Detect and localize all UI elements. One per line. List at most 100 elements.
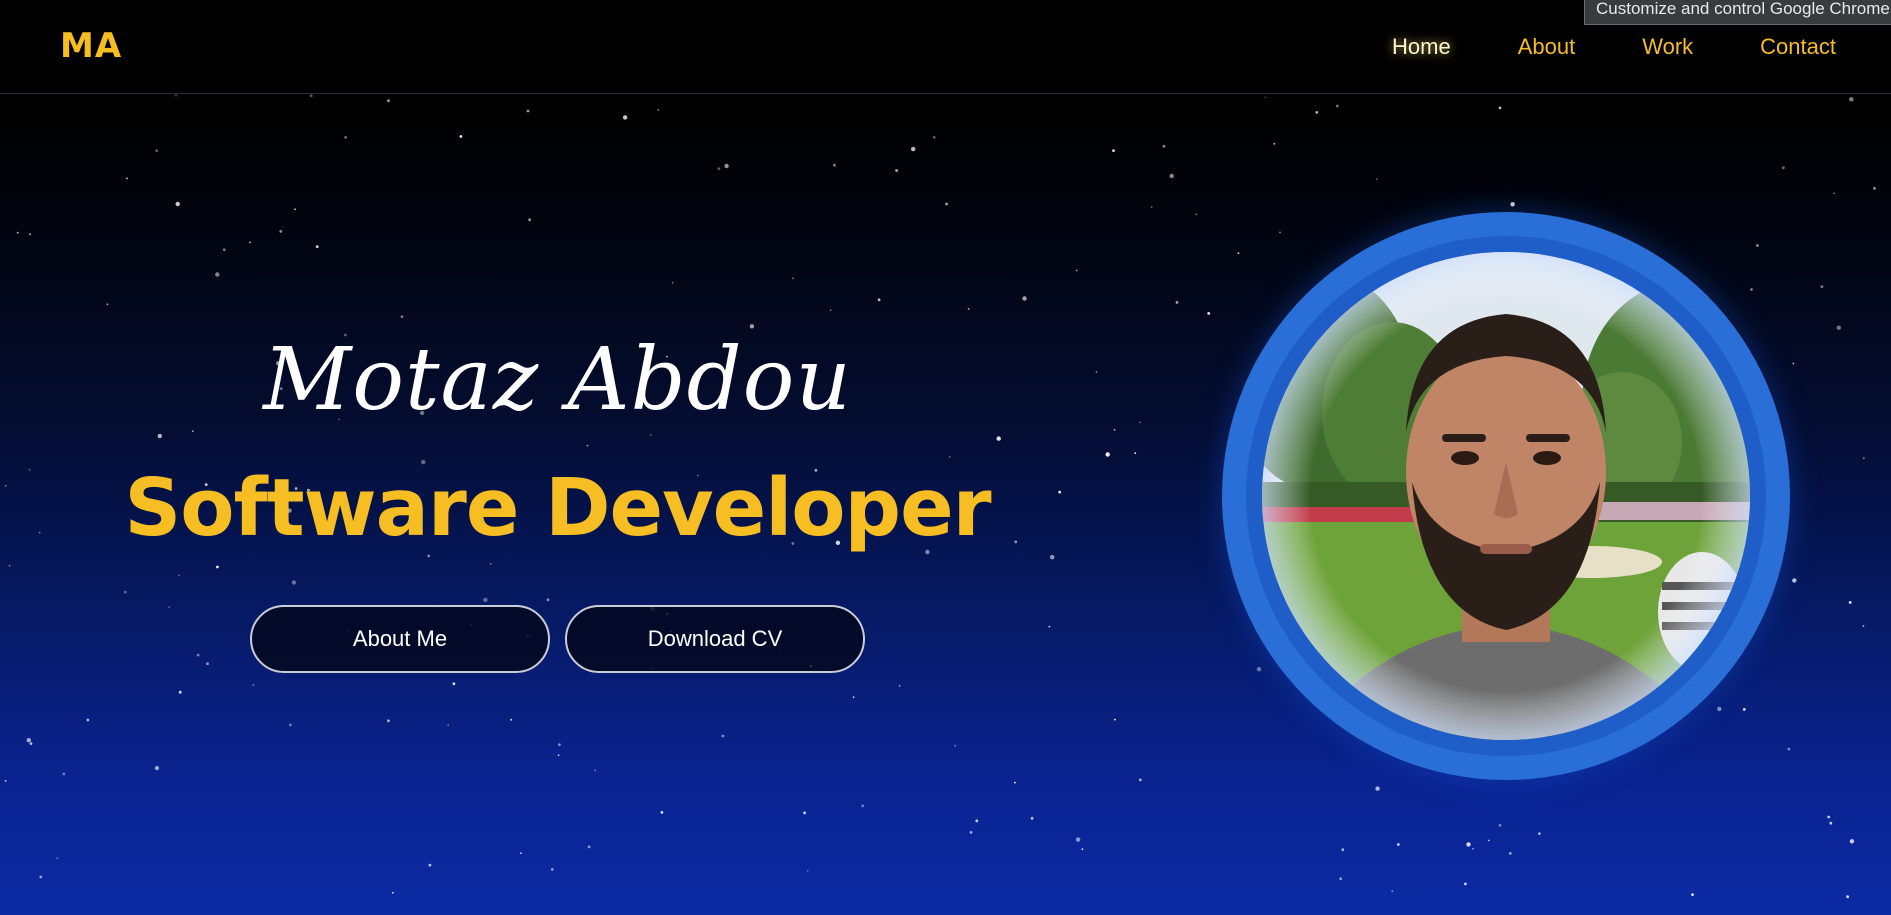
nav-link-work[interactable]: Work bbox=[1642, 34, 1693, 60]
hero-title: Software Developer bbox=[124, 462, 991, 554]
star bbox=[1396, 843, 1400, 846]
star bbox=[39, 875, 43, 879]
star bbox=[1829, 821, 1833, 825]
star bbox=[4, 780, 7, 782]
star bbox=[558, 743, 561, 746]
nav-link-contact[interactable]: Contact bbox=[1760, 34, 1836, 60]
star bbox=[954, 744, 956, 747]
star bbox=[1022, 296, 1027, 301]
star bbox=[1237, 252, 1240, 255]
star bbox=[1862, 625, 1865, 627]
star bbox=[1335, 104, 1339, 108]
star bbox=[174, 93, 178, 97]
star bbox=[294, 208, 296, 211]
star bbox=[1538, 832, 1541, 835]
star bbox=[1792, 362, 1795, 365]
star bbox=[550, 868, 554, 871]
nav-link-about[interactable]: About bbox=[1518, 34, 1576, 60]
star bbox=[1849, 97, 1854, 102]
star bbox=[1162, 144, 1166, 148]
star bbox=[803, 811, 806, 815]
star bbox=[510, 718, 513, 721]
star bbox=[1134, 452, 1137, 455]
star bbox=[1827, 815, 1831, 819]
star bbox=[154, 765, 160, 771]
star bbox=[216, 565, 219, 569]
star bbox=[1195, 213, 1198, 216]
star bbox=[911, 146, 916, 152]
hero-name: Motaz Abdou bbox=[263, 330, 852, 430]
star bbox=[1782, 166, 1785, 170]
star bbox=[157, 433, 162, 439]
star bbox=[16, 231, 19, 234]
star bbox=[721, 734, 725, 738]
star bbox=[387, 99, 390, 103]
star bbox=[29, 233, 31, 236]
star bbox=[1081, 848, 1084, 851]
star bbox=[833, 163, 836, 167]
star bbox=[175, 201, 180, 207]
star bbox=[895, 169, 898, 172]
star bbox=[948, 456, 951, 458]
star bbox=[724, 163, 729, 169]
star bbox=[1820, 285, 1824, 289]
star bbox=[1014, 781, 1016, 784]
star bbox=[391, 891, 394, 894]
star bbox=[671, 281, 674, 284]
star bbox=[1048, 625, 1051, 628]
star bbox=[528, 218, 531, 222]
star bbox=[1466, 842, 1471, 847]
star bbox=[206, 662, 209, 666]
star bbox=[1175, 301, 1179, 304]
nav-link-home[interactable]: Home bbox=[1392, 34, 1451, 60]
star bbox=[1756, 244, 1759, 247]
star bbox=[1391, 890, 1394, 893]
star bbox=[1169, 173, 1174, 179]
star bbox=[749, 324, 755, 329]
star bbox=[252, 684, 255, 686]
star bbox=[1375, 786, 1380, 791]
star bbox=[279, 230, 283, 233]
star bbox=[1375, 178, 1378, 181]
star bbox=[29, 742, 33, 745]
star bbox=[56, 857, 59, 860]
star bbox=[387, 719, 390, 723]
star bbox=[1472, 847, 1474, 850]
star bbox=[546, 598, 550, 602]
star bbox=[1112, 149, 1115, 153]
star bbox=[1846, 895, 1849, 899]
star bbox=[1487, 839, 1490, 842]
star bbox=[1256, 667, 1262, 672]
star bbox=[1050, 555, 1055, 560]
star bbox=[178, 574, 181, 577]
star bbox=[861, 804, 865, 808]
star bbox=[1030, 816, 1034, 820]
star bbox=[1508, 852, 1512, 855]
star bbox=[1105, 452, 1110, 457]
star bbox=[898, 685, 901, 687]
star bbox=[557, 754, 560, 756]
star bbox=[1273, 142, 1276, 145]
star bbox=[344, 136, 347, 139]
site-logo[interactable]: MA bbox=[60, 26, 122, 66]
star bbox=[315, 245, 319, 249]
star bbox=[622, 115, 628, 120]
star bbox=[969, 831, 973, 834]
star bbox=[1717, 706, 1722, 712]
star bbox=[1498, 824, 1502, 827]
star bbox=[1341, 848, 1345, 852]
star bbox=[26, 738, 31, 743]
star bbox=[660, 811, 664, 814]
star bbox=[1873, 187, 1876, 190]
star bbox=[520, 852, 522, 855]
star bbox=[489, 562, 492, 565]
star bbox=[309, 94, 313, 98]
about-me-button[interactable]: About Me bbox=[250, 605, 550, 673]
star bbox=[967, 308, 970, 310]
avatar-frame bbox=[1222, 212, 1790, 780]
star bbox=[291, 580, 297, 585]
star bbox=[1862, 457, 1865, 460]
star bbox=[427, 554, 431, 558]
star bbox=[792, 277, 794, 280]
download-cv-button[interactable]: Download CV bbox=[565, 605, 865, 673]
